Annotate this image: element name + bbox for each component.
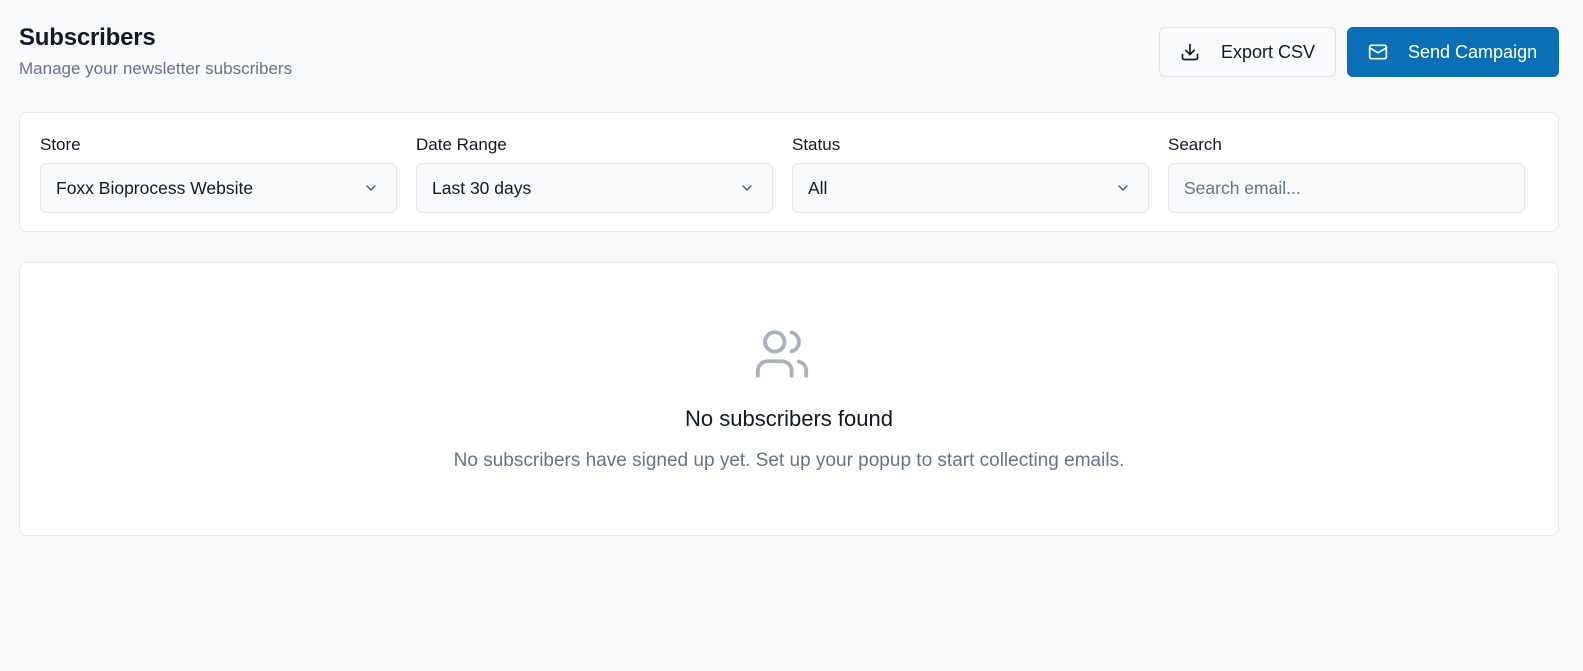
filters-card: Store Foxx Bioprocess Website Date Range… xyxy=(19,112,1559,232)
date-range-select[interactable]: Last 30 days xyxy=(416,163,773,213)
status-filter: Status All xyxy=(792,135,1149,213)
page-header: Subscribers Manage your newsletter subsc… xyxy=(19,22,1559,82)
users-icon xyxy=(753,325,811,383)
store-label: Store xyxy=(40,135,81,154)
store-filter: Store Foxx Bioprocess Website xyxy=(40,135,397,213)
date-range-label: Date Range xyxy=(416,135,507,154)
search-input[interactable] xyxy=(1168,163,1525,213)
chevron-down-icon xyxy=(363,180,379,196)
empty-state: No subscribers found No subscribers have… xyxy=(19,262,1559,536)
send-campaign-button[interactable]: Send Campaign xyxy=(1347,27,1559,77)
export-csv-button[interactable]: Export CSV xyxy=(1159,27,1336,77)
download-icon xyxy=(1180,42,1200,62)
subscribers-page: Subscribers Manage your newsletter subsc… xyxy=(0,0,1583,671)
search-label: Search xyxy=(1168,135,1222,154)
header-actions: Export CSV Send Campaign xyxy=(1159,27,1559,77)
store-select-value: Foxx Bioprocess Website xyxy=(56,177,254,198)
status-label: Status xyxy=(792,135,841,154)
status-select-value: All xyxy=(808,177,828,198)
export-csv-label: Export CSV xyxy=(1221,41,1316,62)
page-subtitle: Manage your newsletter subscribers xyxy=(19,59,293,78)
empty-state-description: No subscribers have signed up yet. Set u… xyxy=(453,450,1125,471)
store-select[interactable]: Foxx Bioprocess Website xyxy=(40,163,397,213)
search-filter: Search xyxy=(1168,135,1525,213)
date-range-select-value: Last 30 days xyxy=(432,177,532,198)
page-title: Subscribers xyxy=(19,24,156,51)
empty-state-title: No subscribers found xyxy=(685,406,893,431)
chevron-down-icon xyxy=(1115,180,1131,196)
date-range-filter: Date Range Last 30 days xyxy=(416,135,773,213)
send-campaign-label: Send Campaign xyxy=(1408,41,1538,62)
chevron-down-icon xyxy=(739,180,755,196)
mail-icon xyxy=(1368,42,1388,62)
status-select[interactable]: All xyxy=(792,163,1149,213)
